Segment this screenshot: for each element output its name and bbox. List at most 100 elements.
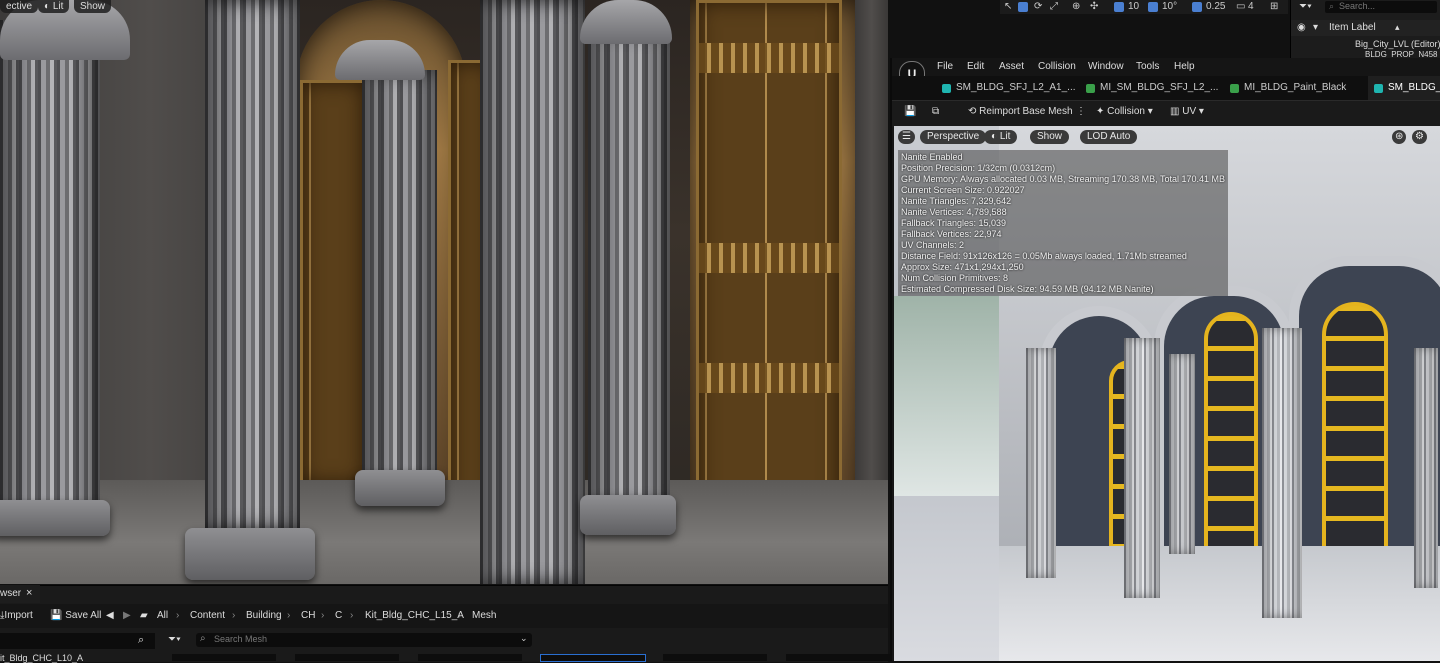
floor	[999, 546, 1440, 661]
stat-line: Approx Size: 471x1,294x1,250	[901, 262, 1024, 272]
door-band	[699, 363, 839, 393]
filter-icon[interactable]: ⏷▾	[1299, 1, 1312, 12]
angle-snap-icon[interactable]	[1148, 2, 1158, 12]
menu-collision[interactable]: Collision	[1038, 61, 1076, 72]
stat-line: Nanite Enabled	[901, 152, 963, 162]
menu-edit[interactable]: Edit	[967, 61, 984, 72]
content-browser-tab[interactable]: wser ×	[0, 585, 40, 603]
show-button[interactable]: Show	[1030, 130, 1070, 144]
folder-tree-item[interactable]: it_Bldg_CHC_L10_A	[0, 653, 83, 663]
breadcrumb-ch[interactable]: CH	[301, 610, 315, 621]
column-capital	[580, 0, 672, 44]
column	[588, 30, 670, 510]
menu-file[interactable]: File	[937, 61, 953, 72]
collision-icon: ✦	[1096, 106, 1108, 117]
material-instance-icon	[1230, 84, 1239, 93]
menu-asset[interactable]: Asset	[999, 61, 1024, 72]
breadcrumb-all[interactable]: All	[157, 610, 168, 621]
rotate-icon[interactable]: ⟳	[1034, 0, 1042, 14]
item-label-column[interactable]: Item Label	[1329, 22, 1376, 33]
breadcrumb-c[interactable]: C	[335, 610, 342, 621]
tab-sm-bldg-sfj-l2-a1[interactable]: SM_BLDG_SFJ_L2_A1_...	[936, 76, 1096, 100]
scale-snap-value[interactable]: 0.25	[1206, 0, 1225, 14]
outliner-search-placeholder: Search...	[1339, 1, 1376, 11]
stat-line: Estimated Compressed Disk Size: 94.59 MB…	[901, 284, 1154, 294]
stat-line: Num Collision Primitives: 8	[901, 273, 1009, 283]
editor-tab-bar: SM_BLDG_SFJ_L2_A1_... MI_SM_BLDG_SFJ_L2_…	[892, 76, 1440, 100]
browse-icon[interactable]: ⧉	[932, 106, 939, 117]
asset-thumbnail[interactable]	[418, 654, 522, 661]
menu-help[interactable]: Help	[1174, 61, 1195, 72]
more-options-icon[interactable]: ⋮	[1076, 106, 1086, 117]
scale-snap-icon[interactable]	[1192, 2, 1202, 12]
select-icon[interactable]: ↖	[1004, 0, 1012, 14]
menu-tools[interactable]: Tools	[1136, 61, 1159, 72]
gold-window	[1322, 302, 1388, 580]
save-icon[interactable]: 💾	[904, 106, 916, 117]
sort-arrow-icon[interactable]: ▴	[1395, 22, 1400, 33]
scale-icon[interactable]: ⤢	[1050, 0, 1058, 14]
reimport-button[interactable]: ⟲ Reimport Base Mesh	[968, 106, 1073, 117]
asset-thumbnail[interactable]	[172, 654, 276, 661]
breadcrumb-kit-bldg[interactable]: Kit_Bldg_CHC_L15_A	[365, 610, 464, 621]
surface-snap-icon[interactable]: ✣	[1090, 0, 1098, 14]
lod-button[interactable]: LOD Auto	[1080, 130, 1138, 144]
forward-icon[interactable]: ▶	[123, 610, 131, 621]
lit-button[interactable]: ◐ Lit	[38, 0, 70, 13]
column-base	[0, 500, 110, 536]
tab-mi-bldg-paint-black[interactable]: MI_BLDG_Paint_Black	[1224, 76, 1374, 100]
column	[1124, 338, 1160, 598]
eye-icon[interactable]: ◉	[1297, 22, 1306, 33]
folder-icon: ▰	[140, 610, 148, 621]
import-button[interactable]: ⤓Import	[0, 610, 33, 621]
content-browser-toolbar: ⤓Import 💾 Save All ◀ ▶ ▰ All › Content ›…	[0, 604, 888, 628]
collision-dropdown[interactable]: ✦ Collision ▾	[1096, 106, 1153, 117]
camera-speed-icon[interactable]: ▭	[1236, 0, 1245, 14]
grid-snap-value[interactable]: 10	[1128, 0, 1139, 14]
close-icon[interactable]: ×	[26, 587, 32, 599]
uv-dropdown[interactable]: ▥ UV ▾	[1170, 106, 1204, 117]
filter-dropdown[interactable]: ⏷▾	[168, 634, 181, 645]
lit-button[interactable]: ◐ Lit	[984, 130, 1018, 144]
tab-sm-bldg-sf-active[interactable]: SM_BLDG_SF	[1368, 76, 1440, 100]
world-icon[interactable]: ⊕	[1072, 0, 1080, 14]
static-mesh-editor: U File Edit Asset Collision Window Tools…	[890, 58, 1440, 661]
back-wall-right	[855, 0, 888, 540]
tab-mi-sm-bldg-sfj-l2[interactable]: MI_SM_BLDG_SFJ_L2_...	[1080, 76, 1230, 100]
breadcrumb-separator: ›	[176, 610, 180, 621]
outliner-search-input[interactable]: ⌕ Search...	[1325, 1, 1437, 13]
breadcrumb-content[interactable]: Content	[190, 610, 225, 621]
asset-thumbnail[interactable]	[295, 654, 399, 661]
mesh-preview-viewport[interactable]: ☰ Perspective ◐ Lit Show LOD Auto ⊛ ⚙ Na…	[894, 126, 1440, 661]
asset-search-input[interactable]: ⌕ Search Mesh ⌄	[196, 633, 532, 647]
chevron-down-icon[interactable]: ⌄	[520, 633, 528, 644]
main-viewport[interactable]: ective ◐ Lit Show	[0, 0, 888, 584]
hamburger-menu-icon[interactable]: ☰	[898, 130, 915, 144]
show-button[interactable]: Show	[74, 0, 112, 13]
column	[1262, 328, 1302, 618]
content-browser-tab-label: wser	[0, 588, 22, 599]
grid-snap-icon[interactable]	[1114, 2, 1124, 12]
settings-icon[interactable]: ⚙	[1412, 130, 1427, 144]
show-label: Show	[80, 1, 106, 12]
asset-thumbnail[interactable]	[663, 654, 767, 661]
camera-speed-value[interactable]: 4	[1248, 0, 1254, 14]
breadcrumb-separator: ›	[350, 610, 354, 621]
outliner-row[interactable]: Big_City_LVL (Editor)	[1355, 39, 1440, 49]
angle-snap-value[interactable]: 10°	[1162, 0, 1177, 14]
column	[480, 0, 585, 584]
gold-door-left	[300, 80, 366, 486]
back-icon[interactable]: ◀	[106, 610, 114, 621]
asset-thumbnail[interactable]	[786, 654, 890, 661]
view-mode-button[interactable]: ective	[0, 0, 39, 13]
column	[205, 0, 300, 530]
menu-window[interactable]: Window	[1088, 61, 1124, 72]
breadcrumb-building[interactable]: Building	[246, 610, 282, 621]
column	[1414, 348, 1438, 588]
perspective-button[interactable]: Perspective	[920, 130, 987, 144]
translate-icon[interactable]	[1018, 2, 1028, 12]
folder-search-input[interactable]: ⌕	[0, 633, 155, 649]
breadcrumb-mesh[interactable]: Mesh	[472, 610, 496, 621]
layout-icon[interactable]: ⊞	[1270, 0, 1278, 14]
save-all-button[interactable]: 💾 Save All	[50, 610, 101, 621]
